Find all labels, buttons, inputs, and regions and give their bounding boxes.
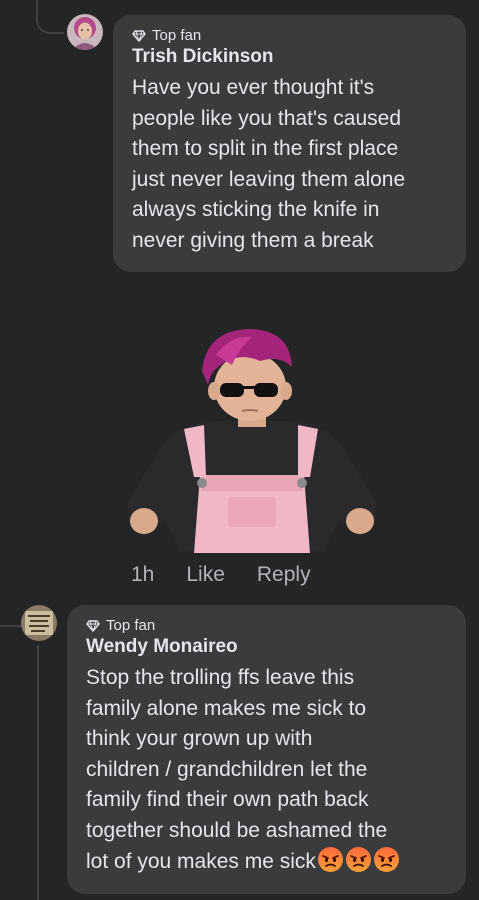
- avatar-sticker[interactable]: [120, 325, 382, 553]
- comment-line: think your grown up with: [86, 727, 313, 750]
- author-name[interactable]: Trish Dickinson: [132, 45, 450, 69]
- avatar[interactable]: [67, 14, 103, 50]
- author-name[interactable]: Wendy Monaireo: [86, 635, 450, 659]
- timestamp[interactable]: 1h: [131, 563, 154, 587]
- diamond-icon: [86, 620, 100, 632]
- comment-line: them to split in the first place: [132, 137, 399, 160]
- badge-label: Top fan: [152, 27, 202, 44]
- comment-line: Have you ever thought it's: [132, 76, 375, 99]
- comment-line: never giving them a break: [132, 228, 374, 252]
- thread-connector: [36, 0, 64, 34]
- like-button[interactable]: Like: [186, 563, 225, 587]
- badge-label: Top fan: [106, 617, 156, 634]
- comment-line: just never leaving them alone: [132, 167, 406, 191]
- top-fan-badge[interactable]: Top fan: [132, 27, 450, 45]
- comment-line: lot of you makes me sick: [86, 850, 316, 873]
- comment-bubble[interactable]: Top fan Wendy Monaireo Stop the trolling…: [67, 605, 466, 894]
- comment-text: Stop the trolling ffs leave this family …: [86, 663, 450, 878]
- diamond-icon: [132, 30, 146, 42]
- top-fan-badge[interactable]: Top fan: [86, 617, 450, 635]
- comment-text: Have you ever thought it's people like y…: [132, 73, 450, 256]
- angry-face-icon: [345, 846, 372, 873]
- comment-line: always sticking the knife in: [132, 198, 380, 221]
- comment-line: family find their own path back: [86, 788, 369, 811]
- comment-bubble[interactable]: Top fan Trish Dickinson Have you ever th…: [113, 15, 466, 272]
- comment-line: children / grandchildren let the: [86, 757, 368, 781]
- comment-line: Stop the trolling ffs leave this: [86, 666, 355, 689]
- comment-line: family alone makes me sick to: [86, 696, 367, 720]
- comment-line: together should be ashamed the: [86, 818, 388, 842]
- angry-face-icon: [317, 846, 344, 873]
- avatar[interactable]: [21, 605, 57, 641]
- thread-connector-vertical: [37, 645, 39, 900]
- reply-button[interactable]: Reply: [257, 563, 311, 587]
- comment-actions: 1h Like Reply: [131, 561, 311, 589]
- angry-face-icon: [373, 846, 400, 873]
- comment-line: people like you that's caused: [132, 106, 402, 130]
